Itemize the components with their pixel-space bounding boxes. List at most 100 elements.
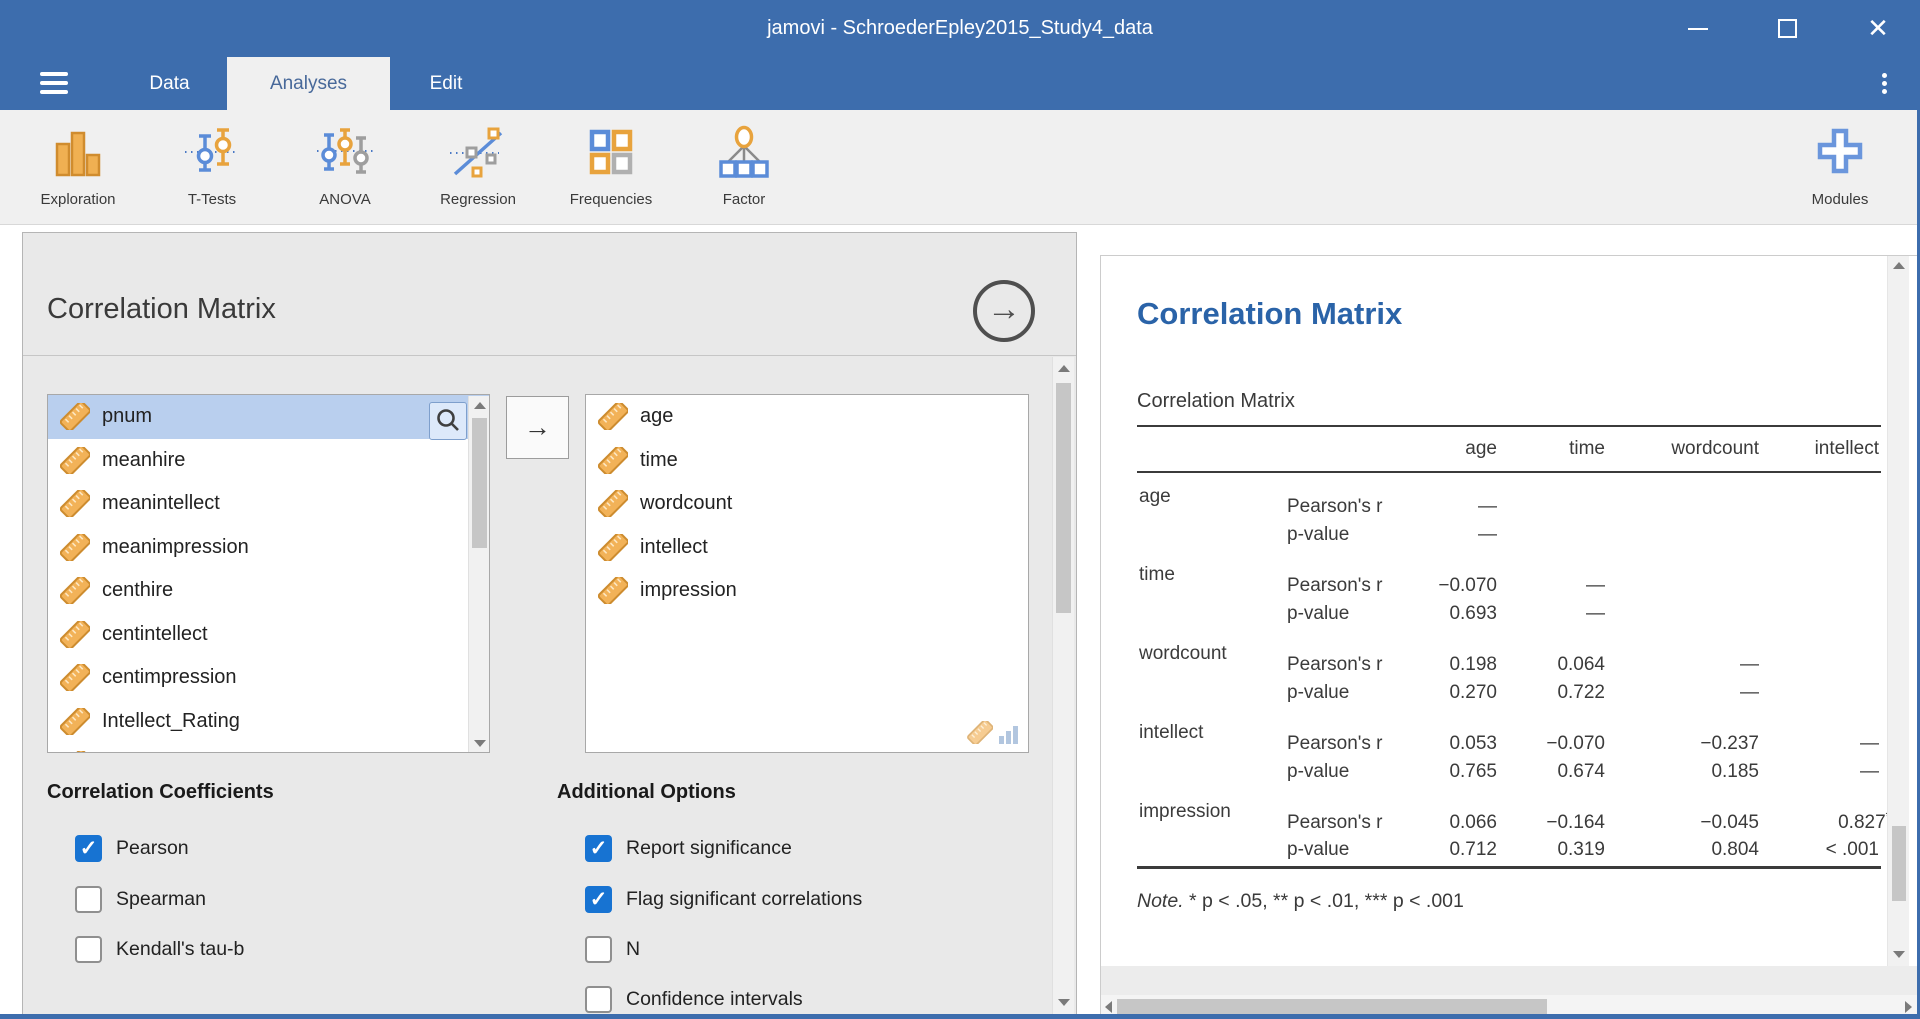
col-header: intellect (1761, 426, 1881, 472)
exploration-icon (49, 124, 107, 184)
col-header: wordcount (1607, 426, 1761, 472)
minimize-icon (1688, 28, 1708, 30)
checkbox-pearson[interactable]: Pearson (75, 835, 189, 862)
continuous-variable-icon (60, 664, 90, 691)
collapse-results-button[interactable]: → (973, 280, 1035, 342)
checkbox-icon[interactable] (75, 936, 102, 963)
window-title: jamovi - SchroederEpley2015_Study4_data (0, 0, 1920, 57)
assign-variable-button[interactable]: → (506, 396, 569, 459)
checkbox-n[interactable]: N (585, 936, 640, 963)
scroll-up-icon[interactable] (474, 402, 486, 409)
tab-edit[interactable]: Edit (390, 57, 502, 110)
checkbox-icon[interactable] (75, 886, 102, 913)
scroll-left-icon[interactable] (1105, 1001, 1112, 1013)
continuous-variable-icon (60, 403, 90, 430)
tab-analyses[interactable]: Analyses (227, 57, 390, 110)
checkbox-flag-significant[interactable]: Flag significant correlations (585, 886, 862, 913)
list-item[interactable]: age (586, 395, 1028, 439)
jamovi-window: jamovi - SchroederEpley2015_Study4_data … (0, 0, 1920, 1019)
arrow-right-icon: → (524, 412, 551, 442)
list-item[interactable]: centhire (48, 569, 489, 613)
results-heading: Correlation Matrix (1137, 296, 1402, 332)
coefficients-heading: Correlation Coefficients (47, 781, 274, 804)
ribbon-anova[interactable]: ANOVA (283, 118, 407, 218)
analysis-header: Correlation Matrix → (23, 233, 1076, 356)
checkbox-spearman[interactable]: Spearman (75, 886, 206, 913)
maximize-icon (1778, 19, 1797, 38)
scroll-up-icon[interactable] (1058, 365, 1070, 372)
table-header-row: age time wordcount intellect (1137, 426, 1881, 472)
checkbox-confidence-intervals[interactable]: Confidence intervals (585, 986, 803, 1013)
more-options-icon[interactable] (1876, 73, 1892, 97)
continuous-variable-icon (60, 621, 90, 648)
available-list-scrollbar[interactable] (468, 396, 490, 753)
hamburger-menu-icon[interactable] (40, 72, 68, 95)
checkbox-report-significance[interactable]: Report significance (585, 835, 792, 862)
list-item[interactable]: time (586, 439, 1028, 483)
maximize-button[interactable] (1758, 0, 1818, 57)
scroll-up-icon[interactable] (1893, 262, 1905, 269)
ribbon-t-tests[interactable]: T-Tests (150, 118, 274, 218)
results-table-title: Correlation Matrix (1137, 390, 1295, 413)
results-panel: Correlation Matrix Correlation Matrix ag… (1100, 255, 1917, 1019)
scrollbar-thumb[interactable] (472, 418, 487, 548)
correlation-matrix-table: age time wordcount intellect age Pearson… (1137, 425, 1881, 869)
continuous-variable-icon (598, 534, 628, 561)
analysis-title: Correlation Matrix (47, 293, 276, 326)
ribbon-regression[interactable]: Regression (416, 118, 540, 218)
options-scrollbar[interactable] (1052, 357, 1074, 1019)
close-button[interactable]: ✕ (1848, 0, 1908, 57)
ribbon-frequencies[interactable]: Frequencies (549, 118, 673, 218)
list-item[interactable]: centimpression (48, 656, 489, 700)
analysis-options-panel: Correlation Matrix → pnum meanhire meani… (22, 232, 1077, 1019)
list-item[interactable]: pnum (48, 395, 489, 439)
close-icon: ✕ (1848, 0, 1908, 57)
continuous-variable-icon (598, 577, 628, 604)
checkbox-icon[interactable] (585, 936, 612, 963)
checkbox-icon[interactable] (75, 835, 102, 862)
checkbox-icon[interactable] (585, 835, 612, 862)
continuous-variable-icon (598, 447, 628, 474)
scroll-right-icon[interactable] (1905, 1001, 1912, 1013)
continuous-variable-icon (60, 447, 90, 474)
search-icon (430, 403, 466, 439)
table-note: Note. * p < .05, ** p < .01, *** p < .00… (1137, 890, 1464, 913)
table-row: time Pearson's r −0.070— (1137, 551, 1881, 597)
list-item[interactable]: centintellect (48, 613, 489, 657)
checkbox-icon[interactable] (585, 986, 612, 1013)
ribbon-exploration[interactable]: Exploration (16, 118, 140, 218)
tab-data[interactable]: Data (112, 57, 227, 110)
factor-icon (715, 124, 773, 184)
col-header: age (1425, 426, 1499, 472)
list-item[interactable]: meanintellect (48, 482, 489, 526)
additional-options-heading: Additional Options (557, 781, 736, 804)
checkbox-icon[interactable] (585, 886, 612, 913)
scrollbar-thumb[interactable] (1892, 826, 1906, 901)
tab-bar: Data Analyses Edit (0, 57, 1920, 110)
scroll-down-icon[interactable] (1058, 999, 1070, 1006)
continuous-variable-icon (60, 708, 90, 735)
list-item[interactable]: impression (586, 569, 1028, 613)
continuous-variable-icon (598, 403, 628, 430)
ribbon-modules[interactable]: Modules (1778, 118, 1902, 218)
assigned-variables-list[interactable]: age time wordcount intellect impression (585, 394, 1029, 753)
analyses-ribbon: Exploration T-Tests (0, 110, 1920, 225)
scroll-down-icon[interactable] (474, 740, 486, 747)
available-variables-list[interactable]: pnum meanhire meanintellect meanimpressi… (47, 394, 490, 753)
results-vertical-scrollbar[interactable] (1887, 256, 1909, 966)
checkbox-kendall[interactable]: Kendall's tau-b (75, 936, 244, 963)
ribbon-factor[interactable]: Factor (682, 118, 806, 218)
list-item[interactable]: meanimpression (48, 526, 489, 570)
continuous-variable-icon (60, 490, 90, 517)
scrollbar-thumb[interactable] (1056, 383, 1071, 613)
minimize-button[interactable] (1668, 0, 1728, 57)
list-item[interactable]: meanhire (48, 439, 489, 483)
scroll-down-icon[interactable] (1893, 951, 1905, 958)
list-item[interactable]: wordcount (586, 482, 1028, 526)
list-item-partial[interactable] (48, 743, 489, 753)
continuous-variable-icon (967, 721, 993, 744)
search-variables-button[interactable] (429, 402, 467, 440)
list-item[interactable]: Intellect_Rating (48, 700, 489, 744)
list-item[interactable]: intellect (586, 526, 1028, 570)
results-bottom-gutter (1101, 966, 1917, 995)
